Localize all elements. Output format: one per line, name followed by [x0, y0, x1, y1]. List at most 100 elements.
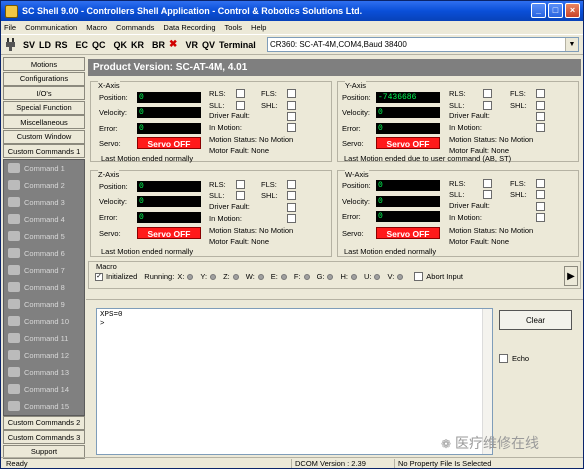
command-label: Command 6	[24, 248, 65, 258]
servo-label: Servo:	[342, 229, 364, 238]
servo-button[interactable]: Servo OFF	[376, 227, 440, 239]
echo-checkbox[interactable]	[499, 354, 508, 363]
sll-checkbox	[483, 101, 492, 110]
menu-data-recording[interactable]: Data Recording	[163, 23, 215, 32]
axis-title: Z-Axis	[98, 170, 120, 179]
clear-button[interactable]: Clear	[499, 310, 572, 330]
chevron-down-icon[interactable]: ▼	[565, 38, 578, 51]
macro-panel: Macro ✓ Initialized Running: X: Y: Z: W:…	[88, 261, 581, 289]
command-label: Command 4	[24, 214, 65, 224]
sidebar-item-special-function[interactable]: Special Function	[3, 100, 85, 115]
maximize-button[interactable]: □	[548, 3, 563, 18]
menu-file[interactable]: File	[4, 23, 16, 32]
sidebar-item-custom-commands-1[interactable]: Custom Commands 1	[3, 144, 85, 158]
fls-checkbox	[536, 179, 545, 188]
driver-fault-checkbox	[287, 112, 296, 121]
terminal-line: XPS=0	[100, 311, 123, 319]
servo-button[interactable]: Servo OFF	[376, 137, 440, 149]
error-label: Error:	[342, 212, 361, 221]
sidebar-item-ios[interactable]: I/O's	[3, 86, 85, 100]
br-button[interactable]: BR	[152, 40, 165, 50]
command-item[interactable]: Command 10	[4, 313, 84, 330]
menu-macro[interactable]: Macro	[86, 23, 107, 32]
terminal-output[interactable]: XPS=0 >	[96, 308, 493, 455]
rls-checkbox	[236, 89, 245, 98]
command-item[interactable]: Command 4	[4, 211, 84, 228]
velocity-label: Velocity:	[342, 108, 370, 117]
menu-commands[interactable]: Commands	[116, 23, 154, 32]
status-led	[210, 273, 217, 280]
terminal-button[interactable]: Terminal	[219, 40, 256, 50]
command-icon	[8, 265, 20, 275]
vr-button[interactable]: VR	[185, 40, 198, 50]
command-label: Command 3	[24, 197, 65, 207]
status-led	[374, 273, 381, 280]
sidebar-item-configurations[interactable]: Configurations	[3, 71, 85, 86]
command-label: Command 12	[24, 350, 70, 360]
velocity-label: Velocity:	[99, 197, 127, 206]
position-label: Position:	[99, 182, 128, 191]
servo-button[interactable]: Servo OFF	[137, 137, 201, 149]
command-label: Command 7	[24, 265, 65, 275]
play-icon[interactable]: ▶	[564, 266, 578, 286]
shl-checkbox	[287, 101, 296, 110]
position-value: -7436686	[376, 92, 440, 103]
qk-button[interactable]: QK	[114, 40, 128, 50]
minimize-button[interactable]: _	[531, 3, 546, 18]
axis-title: Y-Axis	[345, 81, 366, 90]
command-item[interactable]: Command 8	[4, 279, 84, 296]
command-icon	[8, 401, 20, 411]
sidebar-item-custom-commands-3[interactable]: Custom Commands 3	[3, 430, 85, 444]
window-title: SC Shell 9.00 - Controllers Shell Applic…	[22, 6, 363, 16]
command-item[interactable]: Command 6	[4, 245, 84, 262]
status-led	[303, 273, 310, 280]
velocity-label: Velocity:	[342, 197, 370, 206]
command-item[interactable]: Command 11	[4, 330, 84, 347]
menu-help[interactable]: Help	[251, 23, 266, 32]
position-value: 0	[137, 181, 201, 192]
servo-button[interactable]: Servo OFF	[137, 227, 201, 239]
sidebar-item-miscellaneous[interactable]: Miscellaneous	[3, 115, 85, 129]
fls-label: FLS:	[510, 89, 526, 98]
motor-fault: Motor Fault: None	[209, 146, 270, 155]
qv-button[interactable]: QV	[202, 40, 215, 50]
command-item[interactable]: Command 15	[4, 398, 84, 415]
status-property: No Property File Is Selected	[394, 459, 544, 468]
kr-button[interactable]: KR	[131, 40, 144, 50]
ld-button[interactable]: LD	[39, 40, 51, 50]
menu-tools[interactable]: Tools	[225, 23, 243, 32]
motion-status: Motion Status: No Motion	[209, 226, 294, 235]
close-button[interactable]: ×	[565, 3, 580, 18]
command-item[interactable]: Command 2	[4, 177, 84, 194]
command-item[interactable]: Command 12	[4, 347, 84, 364]
command-item[interactable]: Command 14	[4, 381, 84, 398]
command-label: Command 1	[24, 163, 65, 173]
command-list: Command 1 Command 2 Command 3 Command 4 …	[3, 158, 85, 416]
main-panel: Product Version: SC-AT-4M, 4.01 X-Axis P…	[86, 57, 583, 295]
connection-select[interactable]: CR360: SC-AT-4M,COM4,Baud 38400 ▼	[267, 37, 579, 52]
breakpoint-icon[interactable]: ✖	[169, 39, 177, 50]
ec-button[interactable]: EC	[76, 40, 89, 50]
sll-label: SLL:	[449, 101, 465, 110]
z-axis-panel: Z-Axis Position: 0 Velocity: 0 Error: 0 …	[90, 170, 332, 257]
servo-label: Servo:	[99, 139, 121, 148]
plug-icon[interactable]	[4, 38, 17, 51]
sidebar-item-custom-window[interactable]: Custom Window	[3, 129, 85, 144]
command-item[interactable]: Command 7	[4, 262, 84, 279]
sv-button[interactable]: SV	[23, 40, 35, 50]
menu-communication[interactable]: Communication	[25, 23, 77, 32]
sidebar-item-custom-commands-2[interactable]: Custom Commands 2	[3, 415, 85, 430]
driver-fault-checkbox	[536, 202, 545, 211]
running-label: Running:	[144, 272, 175, 281]
command-item[interactable]: Command 13	[4, 364, 84, 381]
command-item[interactable]: Command 1	[4, 160, 84, 177]
qc-button[interactable]: QC	[92, 40, 106, 50]
rs-button[interactable]: RS	[55, 40, 68, 50]
command-item[interactable]: Command 9	[4, 296, 84, 313]
command-item[interactable]: Command 3	[4, 194, 84, 211]
initialized-checkbox[interactable]: ✓	[95, 272, 103, 281]
abort-input-checkbox[interactable]	[414, 272, 424, 281]
command-icon	[8, 163, 20, 173]
command-item[interactable]: Command 5	[4, 228, 84, 245]
sidebar-item-motions[interactable]: Motions	[3, 57, 85, 71]
